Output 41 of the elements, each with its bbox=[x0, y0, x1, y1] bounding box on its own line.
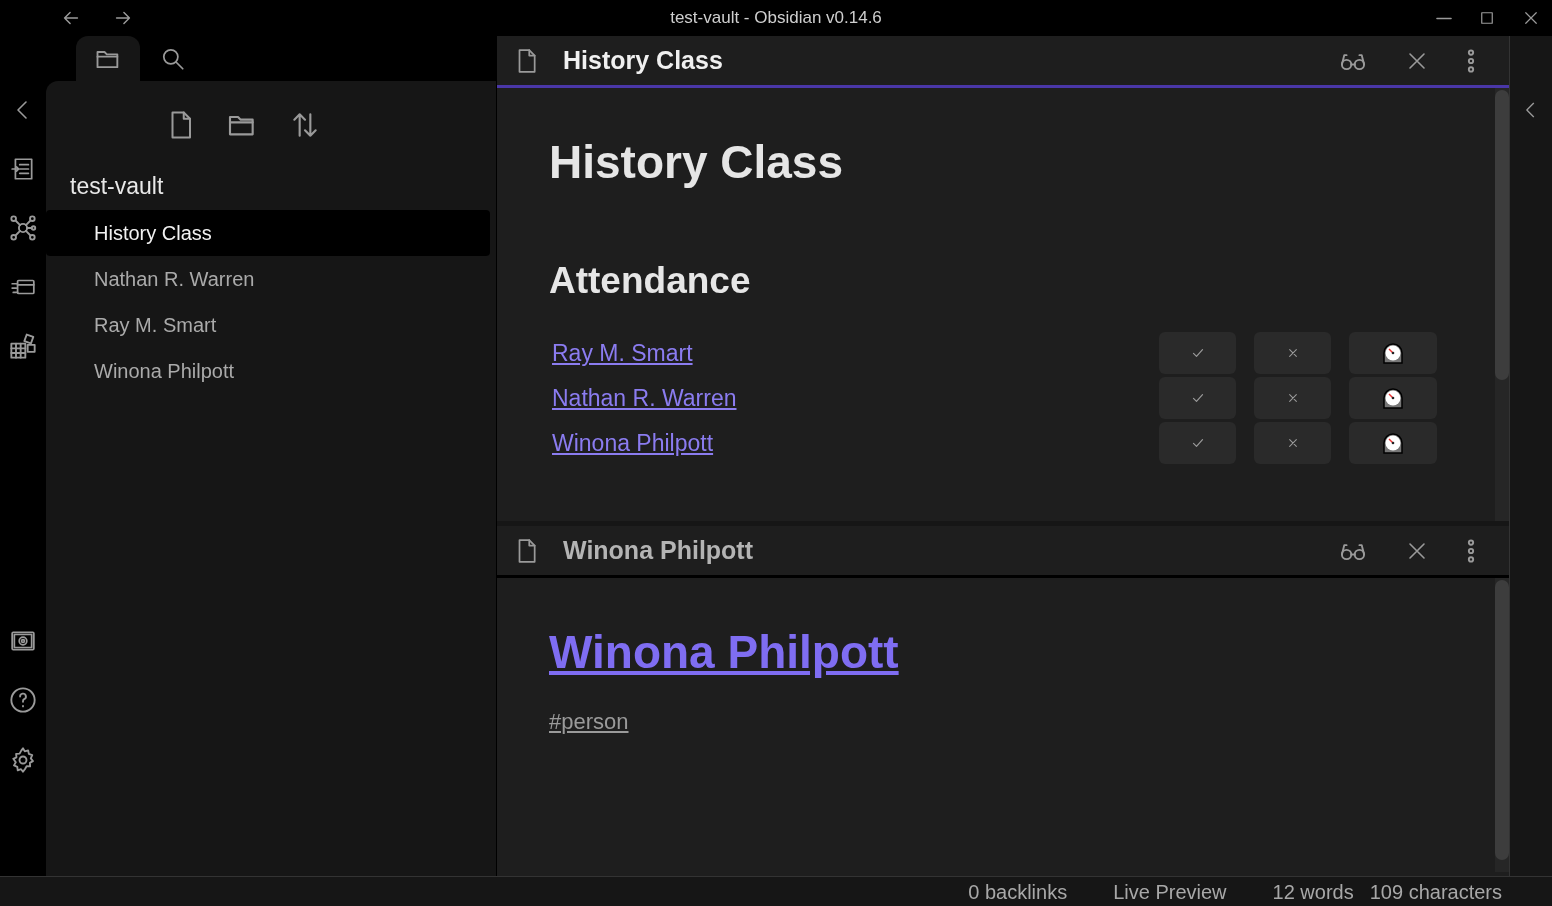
heading-link[interactable]: Winona Philpott bbox=[549, 618, 899, 687]
vault-name: test-vault bbox=[70, 172, 164, 201]
note-link[interactable]: Nathan R. Warren bbox=[549, 384, 737, 411]
status-item: Live Preview bbox=[1113, 879, 1227, 905]
late-button[interactable] bbox=[1349, 332, 1437, 374]
scrollbar-thumb[interactable] bbox=[1495, 580, 1509, 860]
graph-view-icon[interactable] bbox=[9, 214, 37, 242]
status-item: 0 backlinks bbox=[968, 879, 1068, 905]
more-icon bbox=[1467, 48, 1475, 73]
status-item: 12 words bbox=[1272, 879, 1354, 905]
close-icon bbox=[1522, 9, 1540, 27]
note-link[interactable]: Ray M. Smart bbox=[549, 339, 693, 366]
note-link[interactable]: Winona Philpott bbox=[549, 429, 714, 456]
help-icon[interactable] bbox=[9, 686, 37, 714]
minimize-icon bbox=[1436, 16, 1452, 20]
file-item[interactable]: Winona Philpott bbox=[46, 347, 490, 394]
pane-title: Winona Philpott bbox=[562, 535, 753, 564]
file-item[interactable]: History Class bbox=[46, 209, 490, 256]
pane-title: History Class bbox=[562, 45, 723, 74]
vault-icon[interactable] bbox=[9, 628, 37, 654]
files-tab[interactable] bbox=[76, 36, 140, 81]
late-button[interactable] bbox=[1349, 422, 1437, 464]
timer-clock-icon bbox=[1381, 431, 1405, 455]
file-item[interactable]: Ray M. Smart bbox=[46, 301, 490, 348]
import-document-icon[interactable] bbox=[10, 156, 36, 182]
maximize-button[interactable] bbox=[1478, 9, 1496, 27]
maximize-icon bbox=[1478, 9, 1496, 27]
file-item[interactable]: Nathan R. Warren bbox=[46, 255, 490, 302]
settings-icon[interactable] bbox=[9, 746, 37, 774]
tag-link[interactable]: #person bbox=[549, 709, 629, 734]
section-heading: Attendance bbox=[549, 259, 751, 303]
timer-clock-icon bbox=[1381, 386, 1405, 410]
blocks-icon[interactable] bbox=[9, 332, 37, 360]
late-button[interactable] bbox=[1349, 377, 1437, 419]
scrollbar-thumb[interactable] bbox=[1495, 90, 1509, 380]
status-item: 109 characters bbox=[1369, 879, 1502, 905]
close-window-button[interactable] bbox=[1522, 9, 1540, 27]
note-heading: History Class bbox=[549, 135, 843, 190]
timer-clock-icon bbox=[1381, 341, 1405, 365]
more-icon bbox=[1467, 538, 1475, 563]
window-title: test-vault - Obsidian v0.14.6 bbox=[670, 8, 882, 28]
